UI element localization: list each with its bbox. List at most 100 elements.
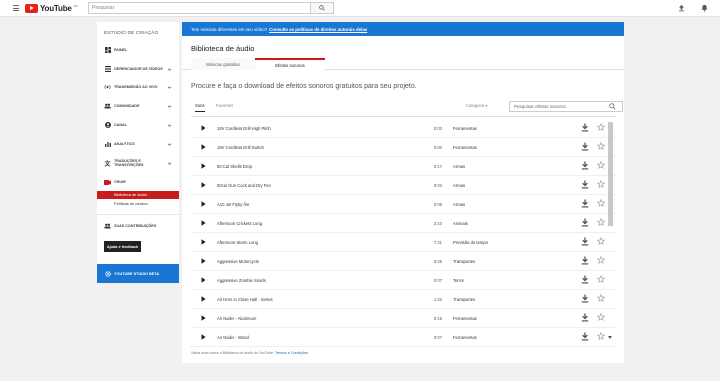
play-icon[interactable] bbox=[201, 220, 206, 226]
tab-free-music[interactable]: Músicas gratuitas bbox=[191, 58, 255, 70]
tab-sound-effects[interactable]: Efeitos sonoros bbox=[255, 58, 325, 70]
table-row[interactable]: Afternoon Storm Long 7:21 Previsão do temp… bbox=[191, 233, 616, 252]
star-icon[interactable] bbox=[597, 123, 605, 131]
download-icon[interactable] bbox=[581, 142, 589, 151]
menu-icon[interactable] bbox=[13, 5, 19, 11]
filter-tab-sounds[interactable]: Sons bbox=[195, 103, 205, 112]
sound-title: Aggressive Motorcycle bbox=[217, 259, 260, 264]
table-row[interactable]: Afternoon Crickets Long 2:10 Animais bbox=[191, 214, 616, 233]
search-button[interactable] bbox=[310, 2, 334, 14]
nav-item-analytics[interactable]: ANALYTICS bbox=[97, 138, 179, 150]
table-row[interactable]: Air Nailer - Aluminum 0:15 Ferramentas bbox=[191, 309, 616, 328]
play-icon[interactable] bbox=[201, 163, 206, 169]
sound-title: Afternoon Crickets Long bbox=[217, 221, 262, 226]
chevron-down-icon[interactable] bbox=[167, 104, 172, 109]
play-icon[interactable] bbox=[201, 182, 206, 188]
star-icon[interactable] bbox=[597, 237, 605, 245]
nav-item-create[interactable]: CRIAR bbox=[97, 176, 179, 188]
download-icon[interactable] bbox=[581, 123, 589, 132]
nav-item-dashboard[interactable]: PAINEL bbox=[97, 44, 179, 56]
download-icon[interactable] bbox=[581, 256, 589, 265]
play-icon[interactable] bbox=[201, 144, 206, 150]
nav-item-translations[interactable]: 文 TRADUÇÕES E TRANSCRIÇÕES bbox=[97, 157, 179, 169]
divider bbox=[191, 116, 616, 117]
library-tabs: Músicas gratuitas Efeitos sonoros bbox=[182, 58, 624, 70]
sound-duration: 0:17 bbox=[433, 164, 442, 169]
download-icon[interactable] bbox=[581, 237, 589, 246]
copyright-banner: Tem músicas diferentes em seu vídeo? Con… bbox=[182, 22, 624, 36]
download-icon[interactable] bbox=[581, 294, 589, 303]
download-icon[interactable] bbox=[581, 218, 589, 227]
community-icon bbox=[104, 103, 111, 110]
sound-effects-search-input[interactable] bbox=[509, 101, 623, 112]
star-icon[interactable] bbox=[597, 275, 605, 283]
chevron-down-icon[interactable] bbox=[167, 67, 172, 72]
sound-duration: 0:25 bbox=[433, 259, 442, 264]
caret-down-icon: ▾ bbox=[485, 103, 488, 108]
play-icon[interactable] bbox=[201, 258, 206, 264]
help-feedback-button[interactable]: Ajuda e feedback bbox=[104, 241, 141, 252]
play-icon[interactable] bbox=[201, 239, 206, 245]
star-icon[interactable] bbox=[597, 199, 605, 207]
star-icon[interactable] bbox=[597, 161, 605, 169]
table-row[interactable]: Air Nailer - Wood 0:07 Ferramentas bbox=[191, 328, 616, 347]
nav-label: ANALYTICS bbox=[114, 141, 135, 146]
search-input[interactable] bbox=[88, 2, 310, 14]
download-icon[interactable] bbox=[581, 180, 589, 189]
bell-icon[interactable] bbox=[699, 3, 709, 13]
sound-title: A10 Jet Flyby fire bbox=[217, 202, 250, 207]
download-icon[interactable] bbox=[581, 275, 589, 284]
table-row[interactable]: 18V Cordless Drill Switch 0:00 Ferramentas bbox=[191, 138, 616, 157]
nav-item-community[interactable]: COMUNIDADE bbox=[97, 100, 179, 112]
star-icon[interactable] bbox=[597, 332, 605, 340]
sidebar-item-music-policies[interactable]: Políticas de música bbox=[97, 200, 179, 208]
star-icon[interactable] bbox=[597, 218, 605, 226]
scrollbar-thumb[interactable] bbox=[608, 122, 613, 226]
nav-item-channel[interactable]: CANAL bbox=[97, 119, 179, 131]
table-row[interactable]: Aggressive Motorcycle 0:25 Transportes bbox=[191, 252, 616, 271]
chevron-down-icon[interactable] bbox=[167, 161, 172, 166]
filter-tab-favorites[interactable]: Favoritos bbox=[216, 103, 233, 111]
chevron-down-icon[interactable] bbox=[167, 85, 172, 90]
table-row[interactable]: Aggressive Zombie Snarls 0:07 Terror bbox=[191, 271, 616, 290]
sound-title: Air Nailer - Wood bbox=[217, 335, 249, 340]
dashboard-icon bbox=[104, 47, 111, 54]
studio-beta-button[interactable]: YOUTUBE STUDIO BETA bbox=[97, 264, 179, 283]
chevron-down-icon[interactable] bbox=[167, 123, 172, 128]
play-icon[interactable] bbox=[201, 315, 206, 321]
download-icon[interactable] bbox=[581, 199, 589, 208]
play-icon[interactable] bbox=[201, 277, 206, 283]
download-icon[interactable] bbox=[581, 332, 589, 341]
youtube-logo[interactable]: YouTube BR bbox=[25, 3, 78, 13]
sound-genre: Terror bbox=[453, 278, 464, 283]
search-icon[interactable] bbox=[609, 103, 616, 110]
download-icon[interactable] bbox=[581, 161, 589, 170]
download-icon[interactable] bbox=[581, 313, 589, 322]
table-row[interactable]: 50cal Gun Cock and Dry Fire 0:03 Armas bbox=[191, 176, 616, 195]
chevron-down-icon[interactable] bbox=[167, 142, 172, 147]
play-icon[interactable] bbox=[201, 296, 206, 302]
star-icon[interactable] bbox=[597, 180, 605, 188]
star-icon[interactable] bbox=[597, 256, 605, 264]
table-row[interactable]: 18V Cordless Drill High Pitch 0:03 Ferrame… bbox=[191, 119, 616, 138]
table-row[interactable]: A10 Jet Flyby fire 0:06 Armas bbox=[191, 195, 616, 214]
nav-item-contributions[interactable]: SUAS CONTRIBUIÇÕES bbox=[97, 220, 179, 232]
star-icon[interactable] bbox=[597, 313, 605, 321]
star-icon[interactable] bbox=[597, 294, 605, 302]
play-icon[interactable] bbox=[201, 125, 206, 131]
star-icon[interactable] bbox=[597, 142, 605, 150]
terms-link[interactable]: Termos e Condições bbox=[275, 351, 308, 355]
upload-icon[interactable] bbox=[676, 3, 686, 13]
play-icon[interactable] bbox=[201, 201, 206, 207]
scrollbar[interactable] bbox=[607, 119, 614, 344]
table-row[interactable]: Air Horn in Close Hall - Series 1:23 Trans… bbox=[191, 290, 616, 309]
sound-duration: 0:00 bbox=[433, 145, 442, 150]
play-icon[interactable] bbox=[201, 334, 206, 340]
banner-link[interactable]: Consulte as políticas de direitos autora… bbox=[269, 27, 367, 32]
nav-item-live[interactable]: TRANSMISSÃO AO VIVO bbox=[97, 81, 179, 93]
scroll-down-arrow[interactable] bbox=[608, 336, 612, 339]
nav-item-video-manager[interactable]: GERENCIADOR DE VÍDEOS bbox=[97, 63, 179, 75]
table-row[interactable]: 50 Cal Shells Drop 0:17 Armas bbox=[191, 157, 616, 176]
category-dropdown[interactable]: Categoria ▾ bbox=[466, 103, 487, 108]
sidebar-item-audio-library[interactable]: Biblioteca de áudio bbox=[97, 191, 179, 199]
